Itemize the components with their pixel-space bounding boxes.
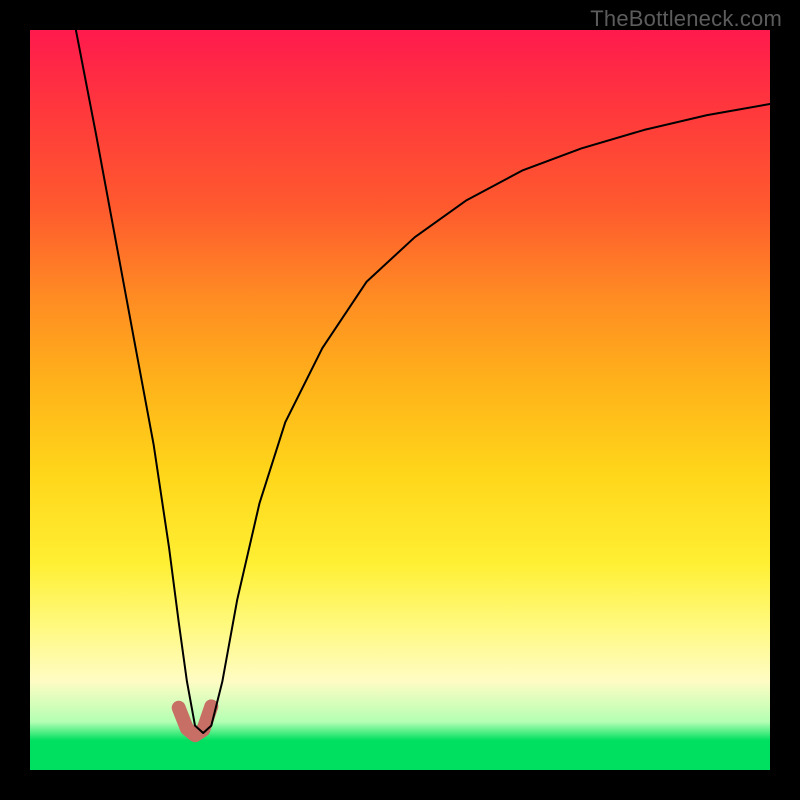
plot-area — [30, 30, 770, 770]
plot-svg — [30, 30, 770, 770]
watermark-text: TheBottleneck.com — [590, 6, 782, 32]
main-curve — [76, 30, 770, 733]
chart-frame: TheBottleneck.com — [0, 0, 800, 800]
